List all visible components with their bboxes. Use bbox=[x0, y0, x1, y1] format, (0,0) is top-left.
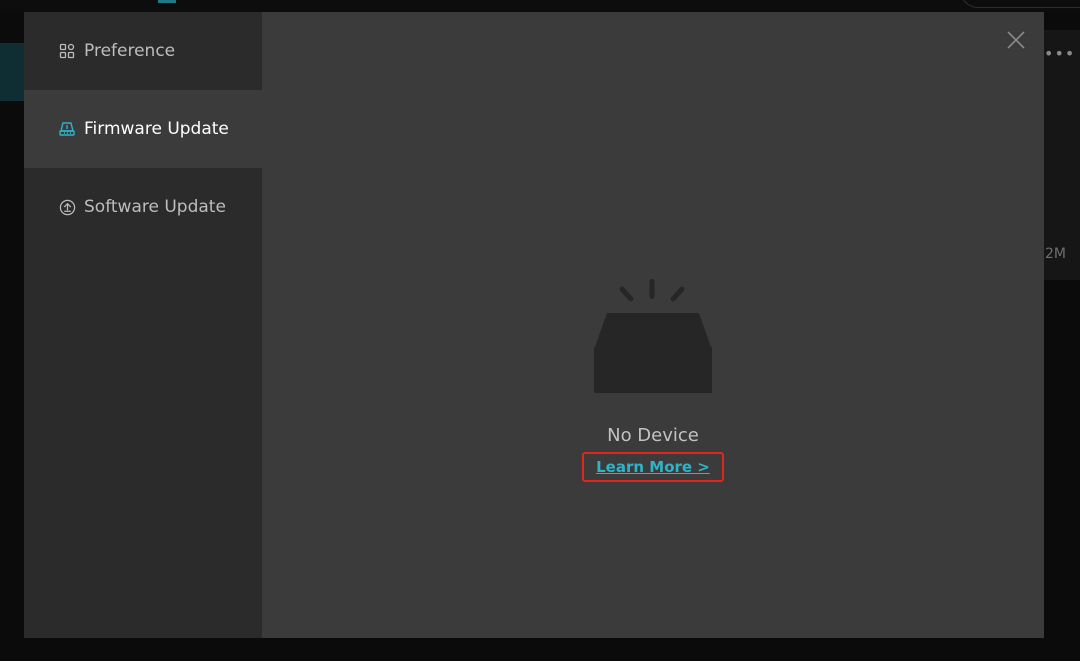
sidebar-item-firmware-update[interactable]: Firmware Update bbox=[24, 90, 262, 168]
empty-state: No Device Learn More > bbox=[262, 277, 1044, 482]
learn-more-link[interactable]: Learn More > bbox=[582, 452, 724, 482]
background-accent bbox=[158, 0, 176, 3]
background-right-panel bbox=[1044, 30, 1080, 280]
close-button[interactable] bbox=[1006, 30, 1026, 50]
empty-inbox-icon bbox=[594, 279, 712, 393]
sidebar-item-label: Preference bbox=[84, 41, 176, 61]
firmware-update-panel: No Device Learn More > bbox=[262, 12, 1044, 638]
background-size-text: 2M bbox=[1045, 246, 1066, 262]
more-icon: ••• bbox=[1044, 44, 1076, 63]
software-update-icon bbox=[58, 198, 76, 216]
close-icon bbox=[1007, 31, 1025, 49]
device-icon bbox=[58, 120, 76, 138]
grid-icon bbox=[58, 42, 76, 60]
sidebar-item-software-update[interactable]: Software Update bbox=[24, 168, 262, 246]
sidebar-item-label: Firmware Update bbox=[84, 119, 229, 139]
empty-state-label: No Device bbox=[607, 425, 699, 446]
background-left-strip bbox=[0, 43, 24, 101]
sidebar-item-label: Software Update bbox=[84, 197, 226, 217]
background-search-pill bbox=[960, 0, 1080, 8]
sidebar-item-preference[interactable]: Preference bbox=[24, 12, 262, 90]
settings-sidebar: Preference Firmware Update Software Upda… bbox=[24, 12, 262, 638]
settings-modal: Preference Firmware Update Software Upda… bbox=[24, 12, 1044, 638]
